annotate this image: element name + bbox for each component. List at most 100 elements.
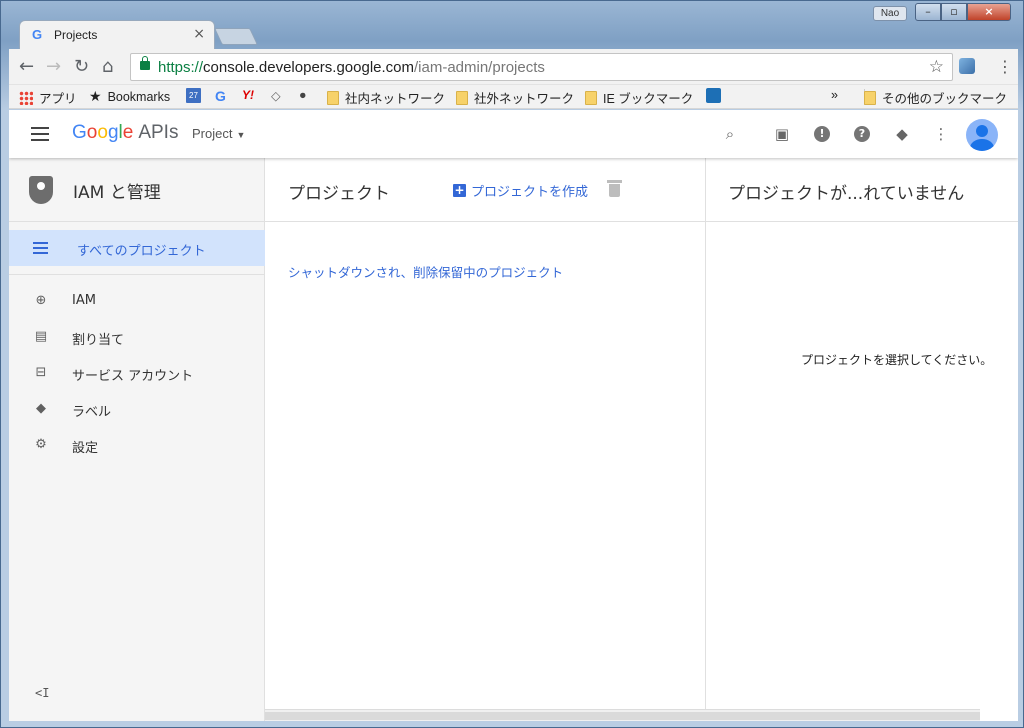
quota-icon: ▤ [34,329,48,344]
sidebar-item-label: IAM [72,293,96,308]
service-account-icon: ⊟ [35,365,47,380]
gear-icon: ⚙ [35,437,47,452]
console-app: Google APIs Project ▼ ⌕ ▣ ! ? ◆ ⋮ IAM と管理 … [9,110,1018,721]
sidebar-item-iam[interactable]: ⊕ IAM [9,283,265,319]
maximize-button[interactable]: ▫ [941,3,967,21]
help-icon[interactable]: ? [854,126,870,142]
notifications-icon[interactable]: ◆ [892,124,912,144]
add-box-icon: + [453,183,466,197]
url-text: https://console.developers.google.com/ia… [158,59,545,76]
scrollbar-thumb[interactable] [265,712,980,720]
details-panel: プロジェクトが...れていません プロジェクトを選択してください。 [706,158,1018,721]
profile-badge[interactable]: Nao [873,6,907,21]
sidebar-item-labels[interactable]: ◆ ラベル [9,391,265,427]
bookmark-folder-external[interactable]: 社外ネットワーク [456,88,574,107]
bookmark-calendar[interactable]: 27 [186,88,207,103]
bookmark-yahoo[interactable]: Y! [242,88,254,102]
sidebar-item-all-projects[interactable]: すべてのプロジェクト [9,230,265,266]
address-bar[interactable]: https://console.developers.google.com/ia… [130,53,953,81]
sidebar-item-label: サービス アカウント [72,369,194,384]
sidebar: IAM と管理 すべてのプロジェクト ⊕ IAM ▤ 割り当て ⊟ サービス ア… [9,158,265,721]
sidebar-item-label: 設定 [72,441,99,456]
label-icon: ◆ [36,401,46,416]
back-icon[interactable]: ← [19,56,34,77]
feedback-icon[interactable]: ! [814,126,830,142]
sidebar-item-settings[interactable]: ⚙ 設定 [9,427,265,463]
minimize-button[interactable]: – [915,3,941,21]
sidebar-item-label: 割り当て [72,333,125,348]
new-tab-button[interactable] [214,28,258,45]
details-panel-header: プロジェクトが...れていません [706,158,1018,222]
apps-grid-icon [19,90,33,105]
details-panel-title: プロジェクトが...れていません [728,184,965,204]
bookmark-apps[interactable]: アプリ [19,88,77,107]
lock-icon [140,56,150,70]
sidebar-title: IAM と管理 [73,183,161,203]
select-project-message: プロジェクトを選択してください。 [801,353,993,367]
folder-icon [327,90,339,105]
calendar-icon: 27 [186,88,201,103]
close-window-button[interactable]: × [967,3,1011,21]
sidebar-header: IAM と管理 [9,158,265,222]
list-icon [33,242,48,254]
shield-icon [29,176,53,204]
chrome-menu-icon[interactable]: ⋮ [997,57,1013,76]
project-selector[interactable]: Project ▼ [192,126,245,141]
projects-panel: プロジェクト + プロジェクトを作成 シャットダウンされ、削除保留中のプロジェク… [265,158,706,721]
extension-icon[interactable] [959,58,975,74]
google-apis-logo[interactable]: Google APIs [72,122,178,144]
bookmark-overflow[interactable]: » [831,88,838,102]
bookmark-google[interactable]: G [215,88,226,104]
window-controls: – ▫ × [915,3,1011,21]
bookmark-diamond[interactable]: ◇ [271,88,281,103]
twitter-icon [706,88,721,103]
tab-title: Projects [54,28,98,42]
close-tab-icon[interactable]: × [193,26,205,42]
bookmarks-bar: アプリ ★ Bookmarks 27 G Y! ◇ ● 社内ネットワーク 社外ネッ… [9,85,1018,109]
forward-icon[interactable]: → [46,56,61,77]
browser-toolbar: ← → ↻ ⌂ https://console.developers.googl… [9,49,1018,85]
browser-window: G Projects × Nao – ▫ × ← → ↻ ⌂ https://c… [0,0,1024,728]
folder-icon [864,90,876,105]
hamburger-menu-icon[interactable] [31,127,49,141]
sidebar-divider [9,274,265,275]
google-favicon-icon: G [32,27,43,42]
star-icon: ★ [89,88,102,104]
google-icon: G [215,88,226,104]
folder-icon [585,90,597,105]
bookmark-star-icon[interactable]: ☆ [929,57,944,77]
create-project-button[interactable]: + プロジェクトを作成 [453,181,588,200]
home-icon[interactable]: ⌂ [102,56,113,77]
bookmark-bookmarks[interactable]: ★ Bookmarks [89,88,170,105]
bookmark-folder-internal[interactable]: 社内ネットワーク [327,88,445,107]
title-bar: G Projects × Nao – ▫ × [1,1,1024,49]
app-header: Google APIs Project ▼ ⌕ ▣ ! ? ◆ ⋮ [9,110,1018,158]
browser-tab[interactable]: G Projects × [19,20,215,49]
bookmark-apple[interactable]: ● [299,88,307,102]
caret-down-icon: ▼ [236,130,246,140]
avatar[interactable] [966,119,998,151]
bookmark-folder-ie[interactable]: IE ブックマーク [585,88,693,107]
projects-panel-title: プロジェクト [288,184,390,204]
more-vert-icon[interactable]: ⋮ [931,124,951,144]
create-project-label: プロジェクトを作成 [471,185,589,200]
trash-icon[interactable] [607,180,622,197]
person-add-icon: ⊕ [35,293,47,308]
apple-icon: ● [299,88,307,102]
folder-icon [456,90,468,105]
collapse-sidebar-icon[interactable]: <I [35,686,49,700]
sidebar-item-label: すべてのプロジェクト [77,244,206,259]
horizontal-scrollbar[interactable] [265,709,980,721]
projects-panel-header: プロジェクト + プロジェクトを作成 [265,158,706,222]
sidebar-item-label: ラベル [72,405,112,420]
reload-icon[interactable]: ↻ [74,56,89,77]
bookmark-twitter[interactable] [706,88,727,103]
pending-deletion-link[interactable]: シャットダウンされ、削除保留中のプロジェクト [288,262,563,281]
bookmark-folder-other[interactable]: その他のブックマーク [864,88,1007,107]
search-icon[interactable]: ⌕ [720,124,740,144]
sidebar-item-quotas[interactable]: ▤ 割り当て [9,319,265,355]
sidebar-item-service-accounts[interactable]: ⊟ サービス アカウント [9,355,265,391]
gift-icon[interactable]: ▣ [772,124,792,144]
diamond-icon: ◇ [271,89,281,103]
yahoo-icon: Y! [242,88,254,102]
